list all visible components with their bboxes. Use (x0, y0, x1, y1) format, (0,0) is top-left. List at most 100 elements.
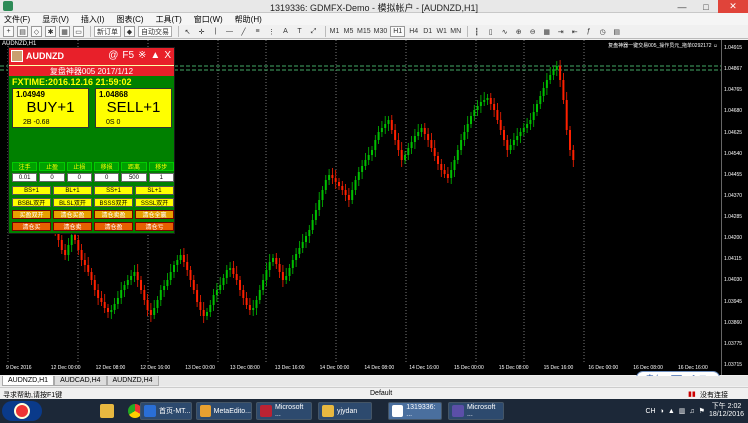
timeframe-m15[interactable]: M15 (357, 26, 371, 37)
stop-loss-field[interactable]: 0 (66, 173, 92, 182)
settings-icon[interactable]: ※ (138, 50, 146, 61)
templates-icon[interactable]: ▤ (611, 26, 622, 37)
menu-window[interactable]: 窗口(W) (194, 14, 223, 25)
line-chart-icon[interactable]: ∿ (499, 26, 510, 37)
tray-icon[interactable]: ◑ (660, 408, 664, 415)
market-watch-icon[interactable]: ◇ (31, 26, 42, 37)
arrows-icon[interactable]: ⤢ (308, 26, 319, 37)
language-indicator[interactable]: CH (646, 408, 656, 415)
timeframe-w1[interactable]: W1 (436, 26, 447, 37)
timeframe-d1[interactable]: D1 (422, 26, 433, 37)
crosshair-icon[interactable]: ✛ (196, 26, 207, 37)
close-sell-button[interactable]: 清仓卖 (53, 222, 92, 231)
task-folder[interactable]: yjydan (318, 402, 372, 420)
price-axis[interactable]: 1.04915 1.04867 1.04765 1.04680 1.04625 1.045… (721, 40, 748, 375)
trailing-field[interactable]: 0 (93, 173, 120, 182)
buy-sell-dual-button[interactable]: 买盈双开 (12, 210, 51, 219)
task-mt4[interactable]: 1319336: ... (388, 402, 442, 420)
close-buy-profit-button[interactable]: 清仓买盈 (53, 210, 92, 219)
tab-audcad-h4[interactable]: AUDCAD,H4 (54, 376, 107, 386)
menu-view[interactable]: 显示(V) (42, 14, 69, 25)
panel-close-button[interactable]: X (164, 50, 171, 61)
menu-charts[interactable]: 图表(C) (116, 14, 143, 25)
timeframe-h1[interactable]: H1 (390, 26, 406, 37)
distance-field[interactable]: 500 (121, 173, 147, 182)
blsl-dual-button[interactable]: BLSL双开 (53, 198, 92, 207)
close-sell-profit-button[interactable]: 清仓卖盈 (94, 210, 133, 219)
task-browser[interactable]: 首页-MT... (140, 402, 192, 420)
timeframe-m1[interactable]: M1 (329, 26, 340, 37)
menu-tools[interactable]: 工具(T) (156, 14, 182, 25)
bsss-dual-button[interactable]: BSSS双开 (94, 198, 133, 207)
close-profit-button[interactable]: 清仓盈 (94, 222, 133, 231)
horizontal-line-icon[interactable]: — (224, 26, 235, 37)
tab-audnzd-h4[interactable]: AUDNZD,H4 (106, 376, 159, 386)
zoom-in-icon[interactable]: ⊕ (513, 26, 524, 37)
menu-file[interactable]: 文件(F) (4, 14, 30, 25)
timeframe-m30[interactable]: M30 (374, 26, 388, 37)
menu-insert[interactable]: 插入(I) (81, 14, 105, 25)
metaeditor-icon (200, 405, 211, 417)
periods-icon[interactable]: ◷ (597, 26, 608, 37)
task-microsoft[interactable]: Microsoft ... (448, 402, 504, 420)
at-icon[interactable]: @ (108, 50, 118, 61)
tray-icon[interactable]: ▲ (668, 408, 675, 415)
menu-help[interactable]: 帮助(H) (235, 14, 262, 25)
network-icon[interactable]: ▥ (679, 407, 686, 415)
data-window-icon[interactable]: ▦ (59, 26, 70, 37)
buy-button[interactable]: 1.04949 BUY+1 2B -0.68 (12, 88, 89, 128)
lots-field[interactable]: 0.01 (12, 173, 38, 182)
sell-button[interactable]: 1.04868 SELL+1 0S 0 (95, 88, 172, 128)
collapse-icon[interactable]: ▲ (150, 50, 160, 61)
step-field[interactable]: 1 (148, 173, 174, 182)
navigator-icon[interactable]: ✱ (45, 26, 56, 37)
channel-icon[interactable]: ≡ (252, 26, 263, 37)
fibonacci-icon[interactable]: ⋮ (266, 26, 277, 37)
task-word[interactable]: Microsoft ... (256, 402, 312, 420)
bsbl-dual-button[interactable]: BSBL双开 (12, 198, 51, 207)
cursor-icon[interactable]: ↖ (182, 26, 193, 37)
ss-plus-button[interactable]: SS+1 (94, 186, 133, 195)
sl-plus-button[interactable]: SL+1 (135, 186, 174, 195)
task-metaeditor[interactable]: MetaEdito... (196, 402, 252, 420)
bar-chart-icon[interactable]: ┇ (471, 26, 482, 37)
profiles-icon[interactable]: ▤ (17, 26, 28, 37)
take-profit-field[interactable]: 0 (39, 173, 65, 182)
minimize-button[interactable]: — (670, 0, 694, 13)
close-button[interactable]: ✕ (718, 0, 748, 13)
chart-shift-icon[interactable]: ⇤ (569, 26, 580, 37)
tile-windows-icon[interactable]: ▦ (541, 26, 552, 37)
connection-status-icon: ▮▮ (688, 391, 696, 398)
bl-plus-button[interactable]: BL+1 (53, 186, 92, 195)
tab-audnzd-h1[interactable]: AUDNZD,H1 (2, 376, 55, 386)
bs-plus-button[interactable]: BS+1 (12, 186, 51, 195)
label-icon[interactable]: T (294, 26, 305, 37)
volume-icon[interactable]: ♫ (689, 408, 694, 415)
close-buy-button[interactable]: 清仓买 (12, 222, 51, 231)
timeframe-mn[interactable]: MN (450, 26, 461, 37)
close-loss-button[interactable]: 清仓亏 (135, 222, 174, 231)
clock[interactable]: 下午 2:02 18/12/2016 (709, 403, 744, 419)
maximize-button[interactable]: □ (694, 0, 718, 13)
close-all-profit-button[interactable]: 清仓全赢 (135, 210, 174, 219)
zoom-out-icon[interactable]: ⊖ (527, 26, 538, 37)
new-order-button[interactable]: 新订单 (94, 26, 121, 37)
new-chart-icon[interactable]: + (3, 26, 14, 37)
vertical-line-icon[interactable]: | (210, 26, 221, 37)
text-icon[interactable]: A (280, 26, 291, 37)
indicators-icon[interactable]: ƒ (583, 26, 594, 37)
auto-trading-button[interactable]: 自动交易 (138, 26, 172, 37)
trendline-icon[interactable]: ╱ (238, 26, 249, 37)
timeframe-h4[interactable]: H4 (408, 26, 419, 37)
explorer-pin[interactable] (96, 402, 118, 420)
price-chart[interactable]: AUDNZD,H1 复盘神器一键交易005_操作员元_拖单0292172 ☺ 1… (0, 40, 748, 375)
timeframe-m5[interactable]: M5 (343, 26, 354, 37)
candlestick-icon[interactable]: ▯ (485, 26, 496, 37)
sssl-dual-button[interactable]: SSSL双开 (135, 198, 174, 207)
autoscroll-icon[interactable]: ⇥ (555, 26, 566, 37)
f5-refresh-button[interactable]: F5 (122, 50, 134, 61)
terminal-icon[interactable]: ▭ (73, 26, 84, 37)
start-button[interactable] (2, 401, 42, 421)
metaeditor-icon[interactable]: ◆ (124, 26, 135, 37)
flag-icon[interactable]: ⚑ (699, 407, 705, 415)
